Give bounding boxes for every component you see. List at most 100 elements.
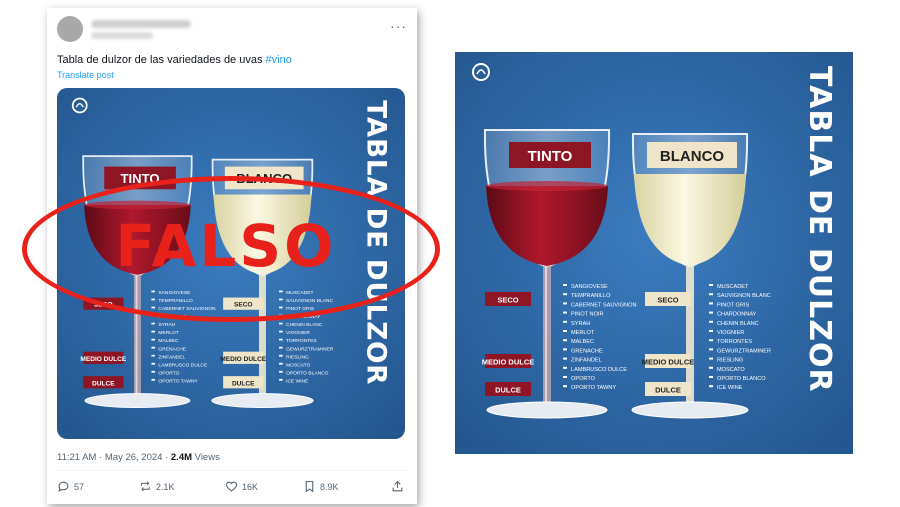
tweet-poster-level-text: DULCE [232, 380, 255, 387]
poster-bullet [563, 339, 567, 342]
poster-bullet [563, 348, 567, 351]
bookmark-button[interactable]: 8.9K [303, 480, 339, 493]
like-count: 16K [242, 481, 259, 492]
tweet-poster-bullet [151, 330, 155, 333]
tweet-text: Tabla de dulzor de las variedades de uva… [57, 54, 292, 66]
tweet-poster-level-text: DULCE [92, 380, 115, 387]
poster-white-variety: OPORTO BLANCO [717, 376, 766, 382]
poster-level-text: DULCE [655, 386, 681, 395]
poster-bullet [709, 330, 713, 332]
poster-bullet [563, 330, 567, 332]
tweet-poster-white-variety: MOSCATO [286, 362, 310, 368]
tweet-meta: 11:21 AM · May 26, 2024 · 2.4M Views [57, 452, 220, 463]
poster-white-variety: CHENIN BLANC [717, 321, 759, 327]
tweet-poster-white-variety: CHENIN BLANC [286, 322, 323, 328]
more-options-icon[interactable]: ··· [390, 18, 407, 34]
tweet-poster-level-text: MEDIO DULCE [80, 356, 126, 363]
tweet-body: Tabla de dulzor de las variedades de uva… [57, 54, 266, 66]
poster-bullet [709, 302, 713, 305]
poster-red-variety: ZINFANDEL [571, 358, 602, 364]
tweet-poster-bullet [279, 362, 283, 365]
poster-white-variety: PINOT GRIS [717, 302, 749, 308]
views-count: 2.4M [170, 452, 193, 463]
poster-bullet [709, 376, 713, 378]
tweet-poster-red-variety: OPORTO [158, 370, 179, 376]
like-button[interactable]: 16K [225, 480, 258, 493]
tweet-poster-white-variety: ICE WINE [286, 378, 309, 384]
poster-bullet [709, 339, 713, 342]
poster-white-variety: TORRONTES [717, 339, 752, 345]
heart-icon [225, 481, 238, 492]
poster-white-variety: VIOGNIER [717, 330, 744, 336]
tweet-poster-bullet [279, 338, 283, 341]
poster-red-variety: OPORTO TAWNY [571, 385, 616, 391]
tweet-poster-red-variety: LAMBRUSCO DULCE [158, 362, 208, 368]
avatar[interactable] [57, 16, 83, 42]
poster-red-variety: PINOT NOIR [571, 312, 604, 318]
tweet-poster-red-variety: ZINFANDEL [158, 354, 185, 360]
tweet-header: ··· [57, 16, 407, 48]
poster-bullet [709, 284, 713, 286]
poster-bullet [563, 311, 567, 314]
share-button[interactable] [391, 480, 404, 493]
reply-button[interactable]: 57 [57, 480, 84, 493]
poster-red-variety: LAMBRUSCO DULCE [571, 367, 627, 373]
poster-title: TABLA DE DULZOR [802, 66, 837, 393]
tweet-poster-white-variety: VIOGNIER [286, 330, 310, 336]
poster-white-variety: SAUVIGNON BLANC [717, 293, 771, 299]
reply-count: 57 [74, 481, 85, 492]
repost-icon [140, 480, 150, 492]
poster-blanco-label: BLANCO [660, 148, 724, 165]
poster-level-text: DULCE [495, 386, 521, 395]
repost-button[interactable]: 2.1K [139, 480, 175, 493]
tweet-poster-bullet [279, 370, 283, 373]
tweet-poster-bullet [151, 378, 155, 381]
poster-white-variety: ICE WINE [717, 385, 743, 391]
tweet-poster-level-text: MEDIO DULCE [220, 356, 266, 363]
repost-count: 2.1K [156, 481, 175, 492]
tweet-poster-bullet [151, 338, 155, 341]
poster-bullet [709, 385, 713, 388]
poster-bullet [709, 311, 713, 314]
poster-level-text: SECO [497, 296, 518, 305]
poster-red-variety: SYRAH [571, 321, 590, 327]
tweet-poster-red-variety: SYRAH [158, 322, 175, 328]
poster-bullet [709, 366, 713, 369]
share-icon [392, 480, 403, 492]
poster-bullet [709, 320, 713, 323]
poster-tinto-label: TINTO [528, 148, 573, 165]
poster-red-variety: TEMPRANILLO [571, 293, 611, 299]
poster-red-variety: MERLOT [571, 330, 595, 336]
poster-level-text: MEDIO DULCE [642, 358, 695, 367]
poster-bullet [709, 293, 713, 296]
poster-bullet [563, 366, 567, 369]
tweet-poster-white-variety: OPORTO BLANCO [286, 370, 329, 376]
author-handle-blurred [91, 32, 153, 39]
poster-level-text: MEDIO DULCE [482, 358, 535, 367]
translate-post-link[interactable]: Translate post [57, 70, 114, 80]
poster-white-variety: RIESLING [717, 358, 743, 364]
tweet-poster-bullet [151, 322, 155, 325]
tweet-timestamp[interactable]: 11:21 AM · May 26, 2024 · [57, 452, 171, 463]
tweet-poster-bullet [279, 346, 283, 349]
tweet-poster-red-variety: MALBEC [158, 338, 179, 344]
poster-bullet [563, 320, 567, 323]
tweet-poster-bullet [279, 378, 283, 381]
poster-svg: TINTO BLANCO TABLA DE DULZOR SECO SECO MEDIO … [455, 52, 853, 454]
poster-red-variety: OPORTO [571, 376, 596, 382]
poster-bullet [563, 302, 567, 305]
poster-bullet [563, 284, 567, 286]
action-bar: 57 2.1K 16K 8.9K [57, 480, 407, 498]
poster-bullet [563, 357, 567, 360]
poster-bullet [563, 385, 567, 388]
poster-red-variety: MALBEC [571, 339, 594, 345]
hashtag-link[interactable]: #vino [266, 54, 292, 66]
poster-white-variety: MOSCATO [717, 367, 745, 373]
poster-bullet [563, 376, 567, 378]
poster-bullet [709, 357, 713, 360]
bookmark-icon [305, 481, 314, 493]
tweet-poster-white-variety: GEWURZTRAMINER [286, 346, 334, 352]
sweetness-chart-poster: TINTO BLANCO TABLA DE DULZOR SECO SECO MEDIO … [455, 52, 853, 454]
falso-stamp-text: FALSO [115, 212, 337, 280]
poster-white-variety: GEWURZTRAMINER [717, 348, 771, 354]
